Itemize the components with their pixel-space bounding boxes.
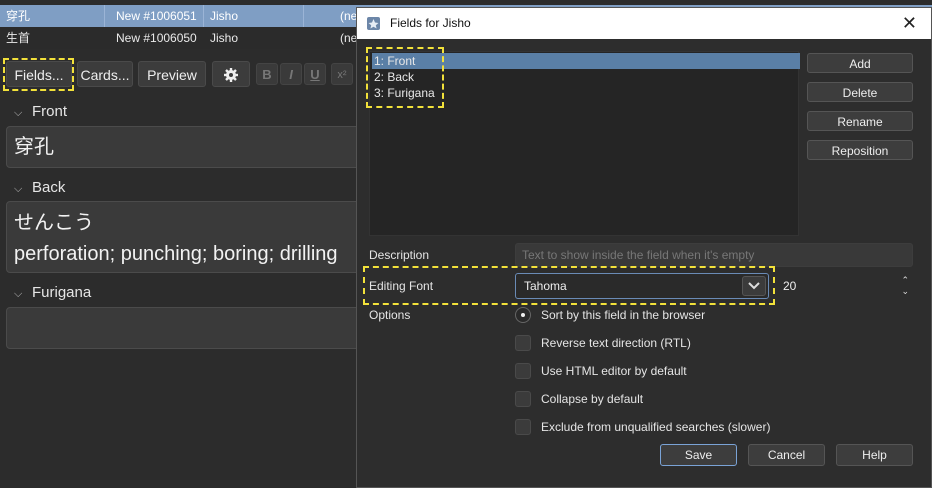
editing-font-value: Tahoma (524, 279, 567, 293)
spin-arrows-icon[interactable]: ⌃ ⌄ (901, 275, 909, 297)
field-label-text: Back (32, 179, 66, 196)
field-label-front[interactable]: ⌵ Front (14, 103, 67, 120)
note-cell: New #1006051 (110, 5, 204, 27)
chevron-down-icon: ⌵ (14, 183, 23, 195)
checkbox[interactable] (515, 363, 531, 379)
add-button[interactable]: Add (807, 53, 913, 73)
back-field-editor[interactable]: せんこう perforation; punching; boring; dril… (6, 201, 366, 273)
editing-font-label: Editing Font (369, 279, 434, 293)
list-item[interactable]: 1: Front (372, 53, 800, 69)
note-type-cell: Jisho (210, 31, 239, 45)
italic-button[interactable]: I (280, 63, 302, 85)
field-text: せんこう (14, 212, 94, 234)
list-item[interactable]: 3: Furigana (372, 85, 435, 101)
options-gear-button[interactable] (212, 61, 250, 87)
front-field-editor[interactable]: 穿孔 (6, 126, 366, 168)
chevron-down-icon[interactable] (742, 276, 766, 296)
editing-font-select[interactable]: Tahoma (515, 273, 769, 299)
underline-button[interactable]: U (304, 63, 326, 85)
chevron-down-icon: ⌵ (14, 288, 23, 300)
description-label: Description (369, 248, 430, 262)
dialog-titlebar: Fields for Jisho ✕ (357, 8, 931, 39)
anki-app-icon (367, 17, 380, 30)
description-placeholder: Text to show inside the field when it's … (522, 248, 755, 262)
gear-icon (224, 68, 238, 82)
preview-button[interactable]: Preview (138, 61, 206, 87)
checkbox[interactable] (515, 335, 531, 351)
dialog-title: Fields for Jisho (390, 16, 471, 30)
fields-button[interactable]: Fields... (6, 61, 72, 87)
close-icon[interactable]: ✕ (902, 8, 917, 39)
save-button[interactable]: Save (660, 444, 737, 466)
checkbox[interactable] (515, 391, 531, 407)
field-text: 穿孔 (14, 136, 54, 158)
option-label: Exclude from unqualified searches (slowe… (541, 420, 771, 434)
list-item[interactable]: 2: Back (372, 69, 414, 85)
option-label: Collapse by default (541, 392, 644, 406)
options-label: Options (369, 308, 411, 322)
cancel-button[interactable]: Cancel (748, 444, 825, 466)
font-size-value: 20 (783, 279, 797, 293)
fields-list[interactable]: 1: Front 2: Back 3: Furigana (369, 51, 800, 236)
radio-button[interactable] (515, 307, 531, 323)
field-label-text: Front (32, 103, 68, 120)
option-label: Reverse text direction (RTL) (541, 336, 691, 350)
help-button[interactable]: Help (836, 444, 913, 466)
sort-field-cell: 生首 (6, 31, 31, 45)
field-label-back[interactable]: ⌵ Back (14, 179, 65, 196)
field-label-furigana[interactable]: ⌵ Furigana (14, 284, 91, 301)
field-text: perforation; punching; boring; drilling (14, 243, 338, 265)
delete-button[interactable]: Delete (807, 82, 913, 102)
reposition-button[interactable]: Reposition (807, 140, 913, 160)
field-label-text: Furigana (32, 284, 92, 301)
extra-cell: (ne (340, 9, 358, 23)
extra-cell: (ne (340, 31, 358, 45)
checkbox[interactable] (515, 419, 531, 435)
note-type-cell: Jisho (204, 5, 304, 27)
option-label: Sort by this field in the browser (541, 308, 706, 322)
bold-button[interactable]: B (256, 63, 278, 85)
font-size-spinbox[interactable]: 20 ⌃ ⌄ (777, 273, 913, 299)
chevron-down-icon: ⌵ (14, 107, 23, 119)
rename-button[interactable]: Rename (807, 111, 913, 131)
option-label: Use HTML editor by default (541, 364, 687, 378)
superscript-button[interactable]: x² (331, 63, 353, 85)
sort-field-cell: 穿孔 (0, 5, 105, 27)
description-input[interactable]: Text to show inside the field when it's … (515, 243, 913, 267)
furigana-field-editor[interactable] (6, 307, 366, 349)
note-cell: New #1006050 (116, 31, 197, 45)
cards-button[interactable]: Cards... (77, 61, 133, 87)
fields-dialog: Fields for Jisho ✕ 1: Front 2: Back 3: F… (356, 7, 932, 488)
